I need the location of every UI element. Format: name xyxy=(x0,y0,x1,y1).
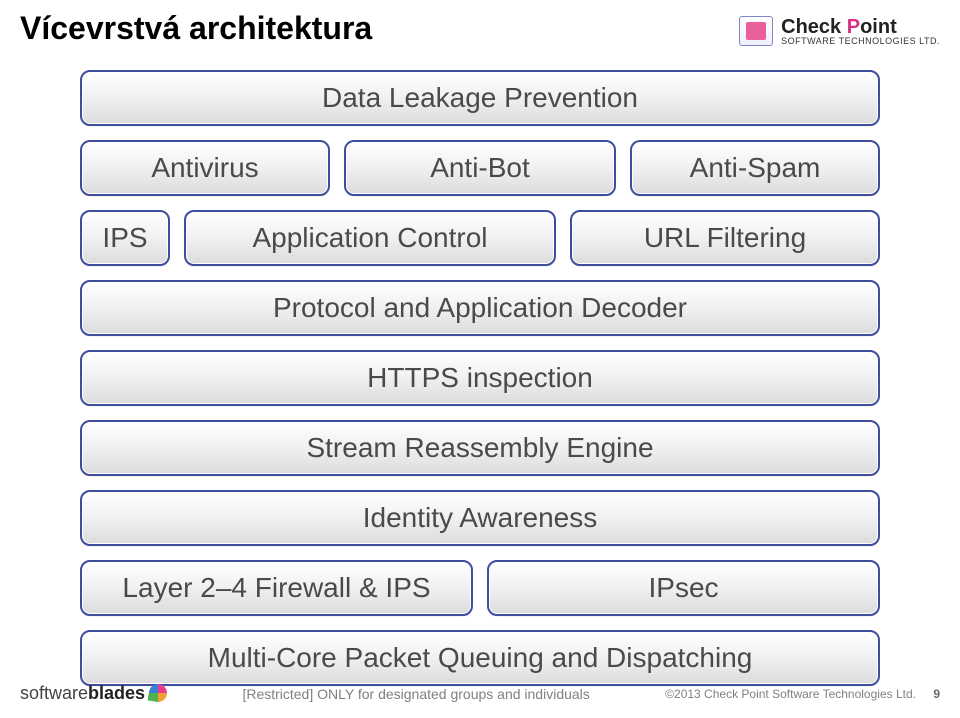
copyright-label: ©2013 Check Point Software Technologies … xyxy=(665,687,940,701)
architecture-diagram: Data Leakage Prevention Antivirus Anti-B… xyxy=(80,70,880,700)
page-number: 9 xyxy=(933,687,940,701)
layer-url-filtering: URL Filtering xyxy=(570,210,880,266)
vendor-logo-icon xyxy=(739,16,773,46)
layer-l2-4-firewall: Layer 2–4 Firewall & IPS xyxy=(80,560,473,616)
layer-https-inspection: HTTPS inspection xyxy=(80,350,880,406)
softwareblades-word-a: software xyxy=(20,683,88,703)
softwareblades-logo: softwareblades xyxy=(20,683,167,704)
layer-protocol-decoder: Protocol and Application Decoder xyxy=(80,280,880,336)
layer-stream-reassembly: Stream Reassembly Engine xyxy=(80,420,880,476)
slide-footer: softwareblades [Restricted] ONLY for des… xyxy=(20,683,940,704)
vendor-logo-pre: Check xyxy=(781,16,847,38)
layer-ips: IPS xyxy=(80,210,170,266)
layer-ipsec: IPsec xyxy=(487,560,880,616)
vendor-logo-accent: P xyxy=(847,16,860,38)
layer-identity-awareness: Identity Awareness xyxy=(80,490,880,546)
softwareblades-word-b: blades xyxy=(88,683,145,703)
softwareblades-icon xyxy=(148,683,169,704)
vendor-logo-text: Check Point SOFTWARE TECHNOLOGIES LTD. xyxy=(781,17,940,46)
vendor-logo-main: Check Point xyxy=(781,17,940,37)
vendor-logo-post: oint xyxy=(860,16,897,38)
vendor-logo-sub: SOFTWARE TECHNOLOGIES LTD. xyxy=(781,37,940,46)
layer-anti-spam: Anti-Spam xyxy=(630,140,880,196)
restricted-label: [Restricted] ONLY for designated groups … xyxy=(167,686,665,702)
copyright-text: ©2013 Check Point Software Technologies … xyxy=(665,687,916,701)
slide-header: Vícevrstvá architektura Check Point SOFT… xyxy=(20,10,940,47)
layer-antivirus: Antivirus xyxy=(80,140,330,196)
layer-app-control: Application Control xyxy=(184,210,556,266)
page-title: Vícevrstvá architektura xyxy=(20,10,372,47)
layer-dlp: Data Leakage Prevention xyxy=(80,70,880,126)
layer-multicore-dispatch: Multi-Core Packet Queuing and Dispatchin… xyxy=(80,630,880,686)
layer-anti-bot: Anti-Bot xyxy=(344,140,616,196)
vendor-logo: Check Point SOFTWARE TECHNOLOGIES LTD. xyxy=(739,16,940,46)
